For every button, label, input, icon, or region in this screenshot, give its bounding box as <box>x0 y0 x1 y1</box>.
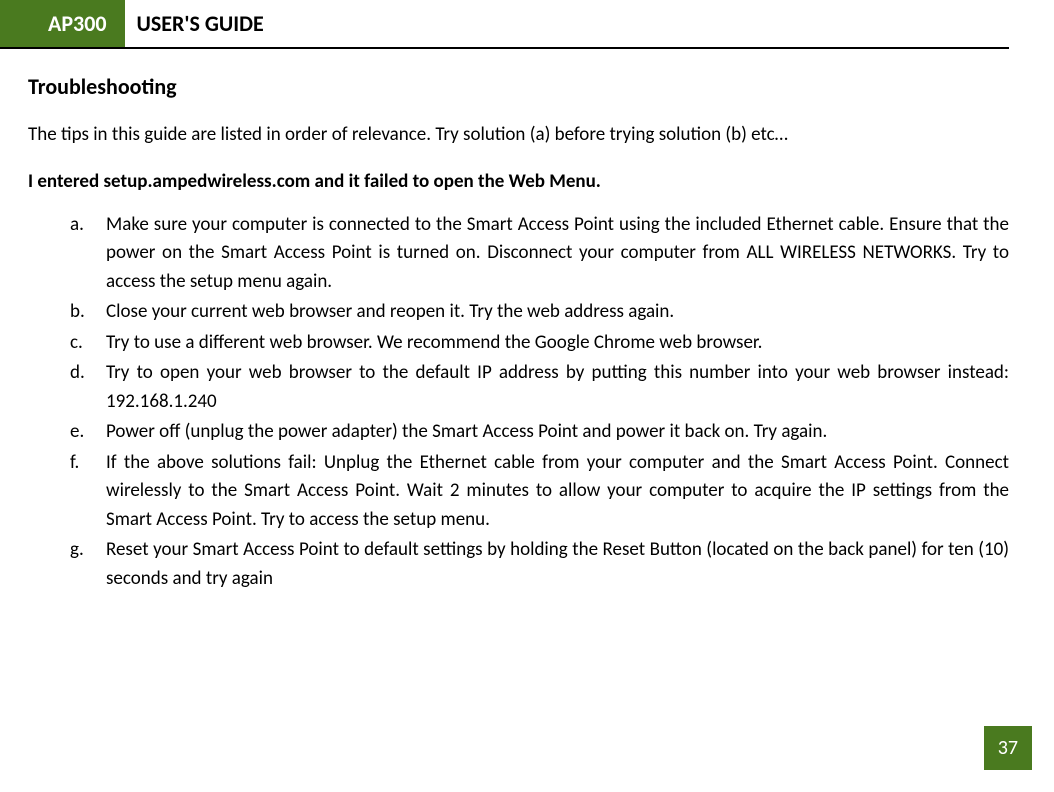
list-marker: d. <box>70 359 106 416</box>
list-item: e. Power off (unplug the power adapter) … <box>70 418 1009 447</box>
list-text: Close your current web browser and reope… <box>106 298 1009 327</box>
list-item: g. Reset your Smart Access Point to defa… <box>70 536 1009 593</box>
list-marker: f. <box>70 449 106 535</box>
list-item: c. Try to use a different web browser. W… <box>70 329 1009 358</box>
list-text: If the above solutions fail: Unplug the … <box>106 449 1009 535</box>
page-content: Troubleshooting The tips in this guide a… <box>0 49 1054 593</box>
product-badge: AP300 <box>0 0 125 47</box>
document-title: USER'S GUIDE <box>125 0 264 47</box>
list-marker: c. <box>70 329 106 358</box>
list-text: Make sure your computer is connected to … <box>106 211 1009 297</box>
list-item: f. If the above solutions fail: Unplug t… <box>70 449 1009 535</box>
list-item: b. Close your current web browser and re… <box>70 298 1009 327</box>
list-marker: e. <box>70 418 106 447</box>
page-header: AP300 USER'S GUIDE <box>0 0 1009 49</box>
list-text: Try to use a different web browser. We r… <box>106 329 1009 358</box>
list-marker: a. <box>70 211 106 297</box>
list-item: a. Make sure your computer is connected … <box>70 211 1009 297</box>
list-text: Try to open your web browser to the defa… <box>106 359 1009 416</box>
list-item: d. Try to open your web browser to the d… <box>70 359 1009 416</box>
list-text: Reset your Smart Access Point to default… <box>106 536 1009 593</box>
list-text: Power off (unplug the power adapter) the… <box>106 418 1009 447</box>
solution-list: a. Make sure your computer is connected … <box>28 211 1009 594</box>
problem-heading: I entered setup.ampedwireless.com and it… <box>28 170 1009 193</box>
list-marker: g. <box>70 536 106 593</box>
page-number: 37 <box>984 726 1032 770</box>
intro-paragraph: The tips in this guide are listed in ord… <box>28 122 1009 148</box>
list-marker: b. <box>70 298 106 327</box>
section-heading: Troubleshooting <box>28 73 1009 100</box>
